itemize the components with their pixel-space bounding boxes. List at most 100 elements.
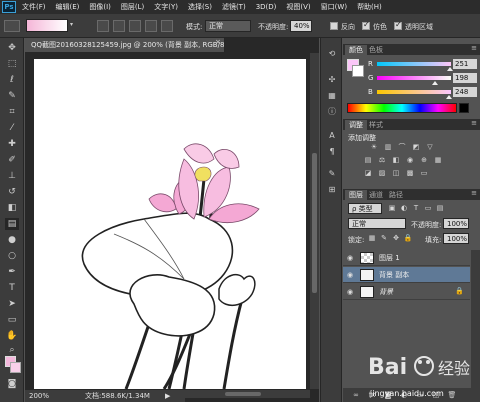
lock-all-icon[interactable]: 🔒 [403,234,413,243]
invert-icon[interactable]: ◪ [363,169,373,178]
vertical-scrollbar[interactable] [310,53,319,389]
hand-tool-icon[interactable]: ✋ [5,330,19,342]
clone-stamp-tool-icon[interactable]: ⊥ [5,170,19,182]
angle-gradient-icon[interactable] [129,20,141,32]
posterize-icon[interactable]: ▨ [377,169,387,178]
tab-styles[interactable]: 样式 [365,120,387,130]
panel-menu-icon[interactable]: ≡ [471,119,477,127]
tab-color[interactable]: 颜色 [345,45,367,55]
close-icon[interactable]: × [215,38,221,46]
history-icon[interactable]: ⟲ [326,48,338,60]
selective-color-icon[interactable]: ▩ [405,169,415,178]
tab-channels[interactable]: 通道 [365,190,387,200]
color-balance-icon[interactable]: ⚖ [377,156,387,165]
channel-mixer-icon[interactable]: ⊕ [419,156,429,165]
eye-icon[interactable]: ◉ [347,254,353,262]
info-icon[interactable]: ⓘ [326,106,338,118]
quick-select-tool-icon[interactable]: ✎ [5,90,19,102]
layer-row[interactable]: ◉ 图层 1 [343,250,470,266]
black-swatch[interactable] [459,103,469,113]
radial-gradient-icon[interactable] [113,20,125,32]
linear-gradient-icon[interactable] [97,20,109,32]
zoom-tool-icon[interactable]: ⌕ [5,344,19,356]
filter-shape-icon[interactable]: ▭ [423,204,433,213]
panel-menu-icon[interactable]: ≡ [471,44,477,52]
paragraph-icon[interactable]: ¶ [326,146,338,158]
levels-icon[interactable]: ▥ [383,143,393,152]
clone-source-icon[interactable]: ⊞ [326,184,338,196]
layer-name[interactable]: 图层 1 [379,253,400,263]
threshold-icon[interactable]: ◫ [391,169,401,178]
transparency-checkbox[interactable] [394,20,402,30]
delete-layer-icon[interactable]: 🗑 [447,390,457,400]
layer-opacity-input[interactable]: 100% [443,218,469,229]
background-color-swatch[interactable] [10,362,21,373]
dodge-tool-icon[interactable]: ○ [5,250,19,262]
fill-input[interactable]: 100% [443,233,469,244]
menu-edit[interactable]: 编辑(E) [56,2,80,12]
scroll-thumb[interactable] [225,392,261,396]
menu-filter[interactable]: 滤镜(T) [222,2,246,12]
panel-menu-icon[interactable]: ≡ [471,189,477,197]
marquee-tool-icon[interactable]: ⬚ [5,58,19,70]
menu-layer[interactable]: 图层(L) [121,2,144,12]
brush-tool-icon[interactable]: ✐ [5,154,19,166]
dither-checkbox[interactable] [362,20,370,30]
type-tool-icon[interactable]: T [5,282,19,294]
quick-mask-icon[interactable]: ◙ [5,378,19,390]
color-lookup-icon[interactable]: ▦ [433,156,443,165]
horizontal-scrollbar[interactable] [185,390,310,398]
red-slider[interactable] [377,62,451,66]
histogram-icon[interactable]: ▦ [326,90,338,102]
lock-transparent-icon[interactable]: ▦ [367,234,377,243]
reflected-gradient-icon[interactable] [145,20,157,32]
brightness-icon[interactable]: ☀ [369,143,379,152]
green-value[interactable]: 198 [453,73,477,83]
tab-layers[interactable]: 图层 [345,190,367,200]
menu-image[interactable]: 图像(I) [89,2,111,12]
diamond-gradient-icon[interactable] [161,20,173,32]
filter-pixel-icon[interactable]: ▣ [387,204,397,213]
eye-icon[interactable]: ◉ [347,271,353,279]
blue-value[interactable]: 248 [453,87,477,97]
chevron-down-icon[interactable]: ▾ [70,21,78,33]
history-brush-tool-icon[interactable]: ↺ [5,186,19,198]
lock-position-icon[interactable]: ✥ [391,234,401,243]
link-layers-icon[interactable]: ∞ [351,390,361,400]
shape-tool-icon[interactable]: ▭ [5,314,19,326]
blur-tool-icon[interactable]: ● [5,234,19,246]
layer-name[interactable]: 背景 [379,287,393,297]
menu-view[interactable]: 视图(V) [286,2,310,12]
pen-tool-icon[interactable]: ✒ [5,266,19,278]
curves-icon[interactable]: ⌒ [397,143,407,152]
document-tab[interactable]: QQ截图20160328125459.jpg @ 200% (背景 副本, RG… [25,38,225,52]
eye-icon[interactable]: ◉ [347,288,353,296]
red-value[interactable]: 251 [453,59,477,69]
layer-row[interactable]: ◉ 背景 🔒 [343,284,470,300]
reverse-checkbox[interactable] [330,22,338,30]
blue-slider-knob[interactable] [445,95,452,99]
menu-3d[interactable]: 3D(D) [256,3,277,11]
green-slider[interactable] [377,76,451,80]
vibrance-icon[interactable]: ▽ [425,143,435,152]
brush-presets-icon[interactable]: ✎ [326,168,338,180]
tab-adjustments[interactable]: 调整 [345,120,367,130]
menu-type[interactable]: 文字(Y) [154,2,178,12]
mode-select[interactable]: 正常 [205,20,251,32]
healing-brush-tool-icon[interactable]: ✚ [5,138,19,150]
filter-adjust-icon[interactable]: ◐ [399,204,409,213]
red-slider-knob[interactable] [446,67,453,71]
character-icon[interactable]: A [326,130,338,142]
move-tool-icon[interactable]: ✥ [5,42,19,54]
layer-row[interactable]: ◉ 背景 副本 [343,267,470,283]
color-bg-swatch[interactable] [352,65,364,77]
black-white-icon[interactable]: ◧ [391,156,401,165]
menu-file[interactable]: 文件(F) [22,2,46,12]
canvas[interactable] [34,59,306,389]
photo-filter-icon[interactable]: ◉ [405,156,415,165]
zoom-level[interactable]: 200% [29,390,49,402]
tab-swatches[interactable]: 色板 [365,45,387,55]
blue-slider[interactable] [377,90,451,94]
exposure-icon[interactable]: ◩ [411,143,421,152]
blend-mode-select[interactable]: 正常 [348,218,406,229]
